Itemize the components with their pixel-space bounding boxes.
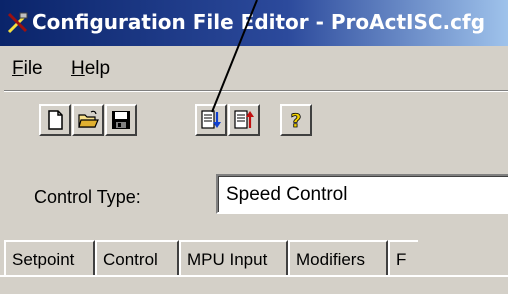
menu-help[interactable]: Help — [71, 58, 110, 80]
svg-text:?: ? — [290, 110, 301, 131]
document-arrow-down-icon — [201, 110, 221, 129]
tab-control[interactable]: Control — [95, 240, 179, 276]
menu-bar: File Help — [0, 48, 508, 88]
window-title: Configuration File Editor - ProActISC.cf… — [32, 10, 486, 34]
menu-file[interactable]: File — [12, 58, 43, 80]
save-file-button[interactable] — [105, 104, 137, 136]
new-file-button[interactable] — [39, 104, 71, 136]
menu-help-label: elp — [84, 58, 111, 79]
open-file-button[interactable] — [72, 104, 104, 136]
tab-setpoint[interactable]: Setpoint — [4, 240, 95, 276]
open-folder-icon — [78, 110, 99, 128]
menu-file-accelerator: F — [12, 58, 24, 79]
control-type-field[interactable]: Speed Control — [216, 174, 516, 214]
new-document-icon — [48, 110, 63, 130]
import-button[interactable] — [195, 104, 227, 136]
menu-help-accelerator: H — [71, 58, 85, 79]
tools-icon — [7, 12, 28, 34]
export-button[interactable] — [228, 104, 260, 136]
question-mark-icon: ? — [290, 110, 302, 131]
window-right-edge — [508, 0, 522, 294]
tab-strip: Setpoint Control MPU Input Modifiers F — [0, 236, 508, 294]
menu-file-label: ile — [23, 58, 43, 79]
document-arrow-up-icon — [234, 110, 254, 129]
help-button[interactable]: ? — [280, 104, 312, 136]
tab-modifiers[interactable]: Modifiers — [288, 240, 388, 276]
control-type-label: Control Type: — [34, 187, 141, 207]
toolbar-separator — [4, 90, 508, 92]
tab-baseline — [0, 275, 508, 277]
tab-mpu-input[interactable]: MPU Input — [179, 240, 288, 276]
configuration-file-editor-window: Configuration File Editor - ProActISC.cf… — [0, 0, 522, 294]
save-disk-icon — [112, 111, 130, 129]
title-bar[interactable]: Configuration File Editor - ProActISC.cf… — [0, 0, 522, 46]
tab-partial[interactable]: F — [388, 240, 418, 276]
